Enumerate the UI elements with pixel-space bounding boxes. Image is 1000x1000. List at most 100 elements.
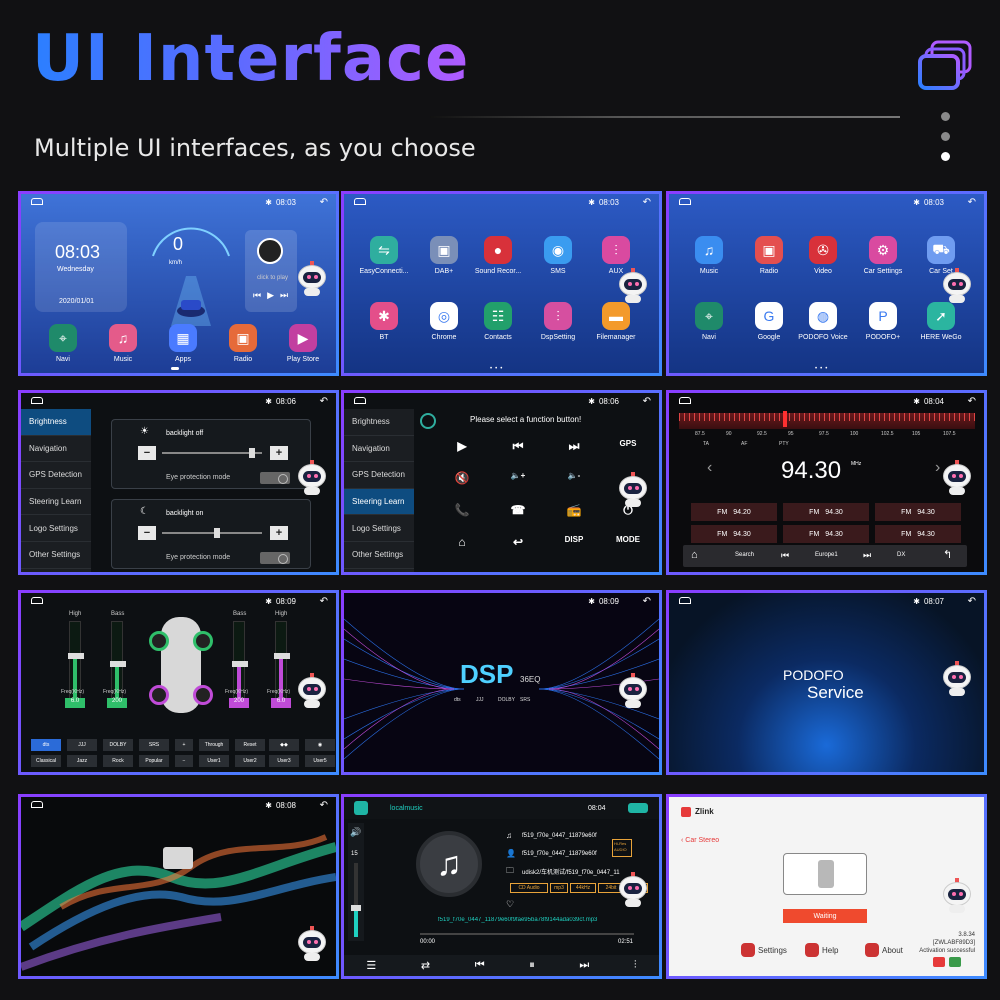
search-button[interactable]: Search bbox=[735, 552, 754, 558]
tuning-needle[interactable] bbox=[783, 411, 787, 427]
brightness-slider[interactable] bbox=[162, 532, 262, 534]
settings-menu-item[interactable]: Navigation bbox=[344, 436, 414, 463]
settings-menu-item[interactable]: Brightness bbox=[21, 409, 91, 436]
eq-knob[interactable] bbox=[110, 661, 126, 667]
eq-knob[interactable] bbox=[232, 661, 248, 667]
home-icon[interactable] bbox=[354, 198, 366, 205]
function-button[interactable]: MODE bbox=[614, 535, 642, 544]
speaker-front-right[interactable] bbox=[193, 631, 213, 651]
app-tile[interactable]: ♫ Music bbox=[683, 236, 735, 275]
back-icon[interactable]: ↶ bbox=[320, 197, 328, 208]
eq-preset-button[interactable]: ◉ bbox=[305, 739, 335, 751]
pager-dot-active[interactable] bbox=[941, 152, 950, 161]
app-tile[interactable]: ▬ Filemanager bbox=[590, 302, 642, 341]
eq-preset-button[interactable]: DOLBY bbox=[103, 739, 133, 751]
home-icon[interactable] bbox=[31, 198, 43, 205]
app-tile[interactable]: P PODOFO+ bbox=[857, 302, 909, 341]
back-icon[interactable]: ↶ bbox=[320, 596, 328, 607]
home-icon[interactable] bbox=[354, 397, 366, 404]
next-icon[interactable]: ⏭ bbox=[579, 959, 589, 972]
function-button[interactable]: ⏭ bbox=[560, 439, 588, 454]
function-button[interactable]: ☎ bbox=[504, 503, 532, 517]
pager-dot[interactable] bbox=[941, 112, 950, 121]
function-button[interactable]: 📞 bbox=[448, 503, 476, 517]
eq-preset-button[interactable]: − bbox=[175, 755, 193, 767]
settings-menu-item[interactable]: Logo Settings bbox=[344, 515, 414, 542]
app-tile[interactable]: ▣ DAB+ bbox=[418, 236, 470, 275]
preset-button[interactable]: FM 94.30 bbox=[691, 525, 777, 543]
function-button[interactable]: 🔈+ bbox=[504, 471, 532, 480]
back-icon[interactable]: ↰ bbox=[943, 548, 952, 561]
eq-preset-button[interactable]: + bbox=[175, 739, 193, 751]
speaker-rear-right[interactable] bbox=[193, 685, 213, 705]
settings-menu-item[interactable]: Other Settings bbox=[344, 542, 414, 569]
settings-menu-item[interactable]: Steering Learn bbox=[21, 489, 91, 516]
waiting-button[interactable]: Waiting bbox=[783, 909, 867, 923]
settings-menu-item[interactable]: GPS Detection bbox=[21, 462, 91, 489]
back-icon[interactable]: ↶ bbox=[643, 596, 651, 607]
function-button[interactable]: GPS bbox=[614, 439, 642, 448]
eye-protection-toggle[interactable] bbox=[260, 472, 290, 484]
app-tile[interactable]: ✇ Video bbox=[797, 236, 849, 275]
app-tile[interactable]: ▣ Radio bbox=[743, 236, 795, 275]
function-button[interactable]: 📻 bbox=[560, 503, 588, 517]
play-icon[interactable]: ▶ bbox=[267, 290, 274, 301]
app-tile[interactable]: ⚙ Car Settings bbox=[857, 236, 909, 275]
speaker-front-left[interactable] bbox=[149, 631, 169, 651]
eq-preset-button[interactable]: SRS bbox=[139, 739, 169, 751]
app-tile[interactable]: ✱ BT bbox=[358, 302, 410, 341]
app-tile[interactable]: ➚ HERE WeGo bbox=[915, 302, 967, 341]
eq-preset-button[interactable]: Classical bbox=[31, 755, 61, 767]
settings-button[interactable]: Settings bbox=[741, 943, 787, 957]
home-icon[interactable] bbox=[31, 801, 43, 808]
preset-button[interactable]: FM 94.20 bbox=[691, 503, 777, 521]
next-icon[interactable]: ⏭ bbox=[280, 290, 288, 301]
function-button[interactable]: ⌂ bbox=[448, 535, 476, 549]
eq-preset-button[interactable]: Reset bbox=[235, 739, 265, 751]
back-icon[interactable]: ↶ bbox=[643, 197, 651, 208]
home-icon[interactable] bbox=[679, 198, 691, 205]
eq-preset-button[interactable]: User1 bbox=[199, 755, 229, 767]
app-tile[interactable]: ◍ PODOFO Voice bbox=[797, 302, 849, 341]
settings-menu-item[interactable]: Steering Learn bbox=[344, 488, 414, 516]
shuffle-icon[interactable]: ⇄ bbox=[421, 959, 430, 972]
eq-knob[interactable] bbox=[274, 653, 290, 659]
about-button[interactable]: About bbox=[865, 943, 903, 957]
volume-slider[interactable] bbox=[351, 863, 361, 937]
prev-icon[interactable]: ⏮ bbox=[475, 959, 485, 972]
region-button[interactable]: Europe1 bbox=[815, 552, 838, 558]
speaker-rear-left[interactable] bbox=[149, 685, 169, 705]
function-button[interactable]: 🔈- bbox=[560, 471, 588, 480]
dock-app[interactable]: ▶ Play Store bbox=[277, 324, 329, 363]
app-tile[interactable]: ◉ SMS bbox=[532, 236, 584, 275]
eq-preset-button[interactable]: Jazz bbox=[67, 755, 97, 767]
eq-preset-button[interactable]: User5 bbox=[305, 755, 335, 767]
eq-preset-button[interactable]: User3 bbox=[269, 755, 299, 767]
dx-button[interactable]: DX bbox=[897, 552, 905, 558]
back-icon[interactable]: ↶ bbox=[968, 396, 976, 407]
seek-back-icon[interactable]: ⏮ bbox=[781, 550, 789, 561]
back-icon[interactable]: ↶ bbox=[320, 396, 328, 407]
favorite-icon[interactable]: ♡ bbox=[506, 899, 514, 910]
seek-forward-icon[interactable]: ⏭ bbox=[863, 550, 871, 561]
back-icon[interactable]: ↶ bbox=[320, 800, 328, 811]
eq-preset-button[interactable]: User2 bbox=[235, 755, 265, 767]
back-icon[interactable]: ↶ bbox=[968, 596, 976, 607]
settings-menu-item[interactable]: Navigation bbox=[21, 436, 91, 463]
eq-preset-button[interactable]: Through bbox=[199, 739, 229, 751]
music-controls[interactable]: ⏮ ▶ ⏭ bbox=[253, 290, 288, 301]
eye-protection-toggle[interactable] bbox=[260, 552, 290, 564]
preset-button[interactable]: FM 94.30 bbox=[875, 503, 961, 521]
settings-menu-item[interactable]: Logo Settings bbox=[21, 515, 91, 542]
eq-preset-button[interactable]: dts bbox=[31, 739, 61, 751]
function-button[interactable]: ⏮ bbox=[504, 439, 532, 454]
app-tile[interactable]: ◎ Chrome bbox=[418, 302, 470, 341]
prev-icon[interactable]: ⏮ bbox=[253, 290, 261, 301]
preset-button[interactable]: FM 94.30 bbox=[783, 503, 869, 521]
settings-menu-item[interactable]: Other Settings bbox=[21, 542, 91, 569]
home-icon[interactable] bbox=[679, 597, 691, 604]
music-card[interactable]: click to play ⏮ ▶ ⏭ bbox=[245, 230, 297, 312]
eq-knob[interactable] bbox=[68, 653, 84, 659]
increase-button[interactable]: + bbox=[270, 526, 288, 540]
progress-bar[interactable] bbox=[420, 933, 634, 935]
